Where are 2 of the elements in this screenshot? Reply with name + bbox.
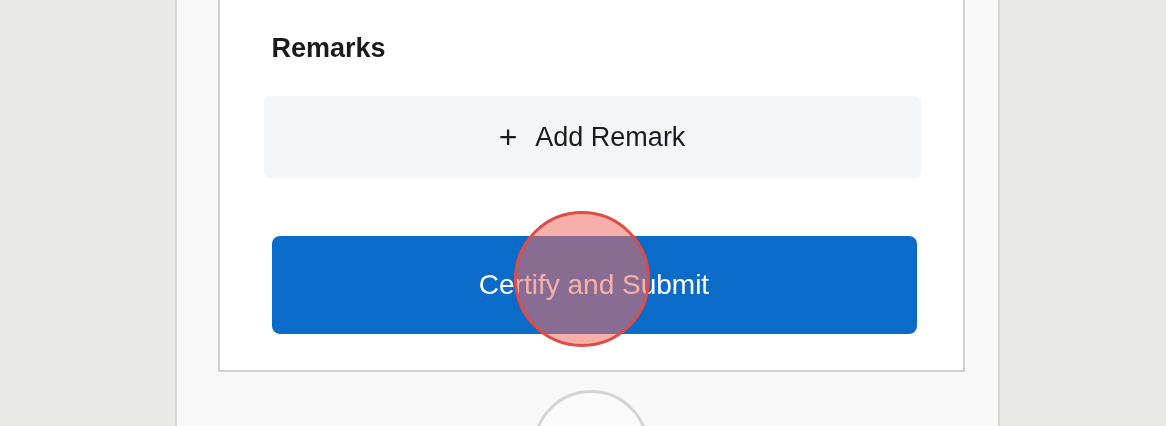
section-title: Remarks — [271, 32, 386, 65]
add-remark-button[interactable]: + Add Remark — [263, 96, 921, 178]
